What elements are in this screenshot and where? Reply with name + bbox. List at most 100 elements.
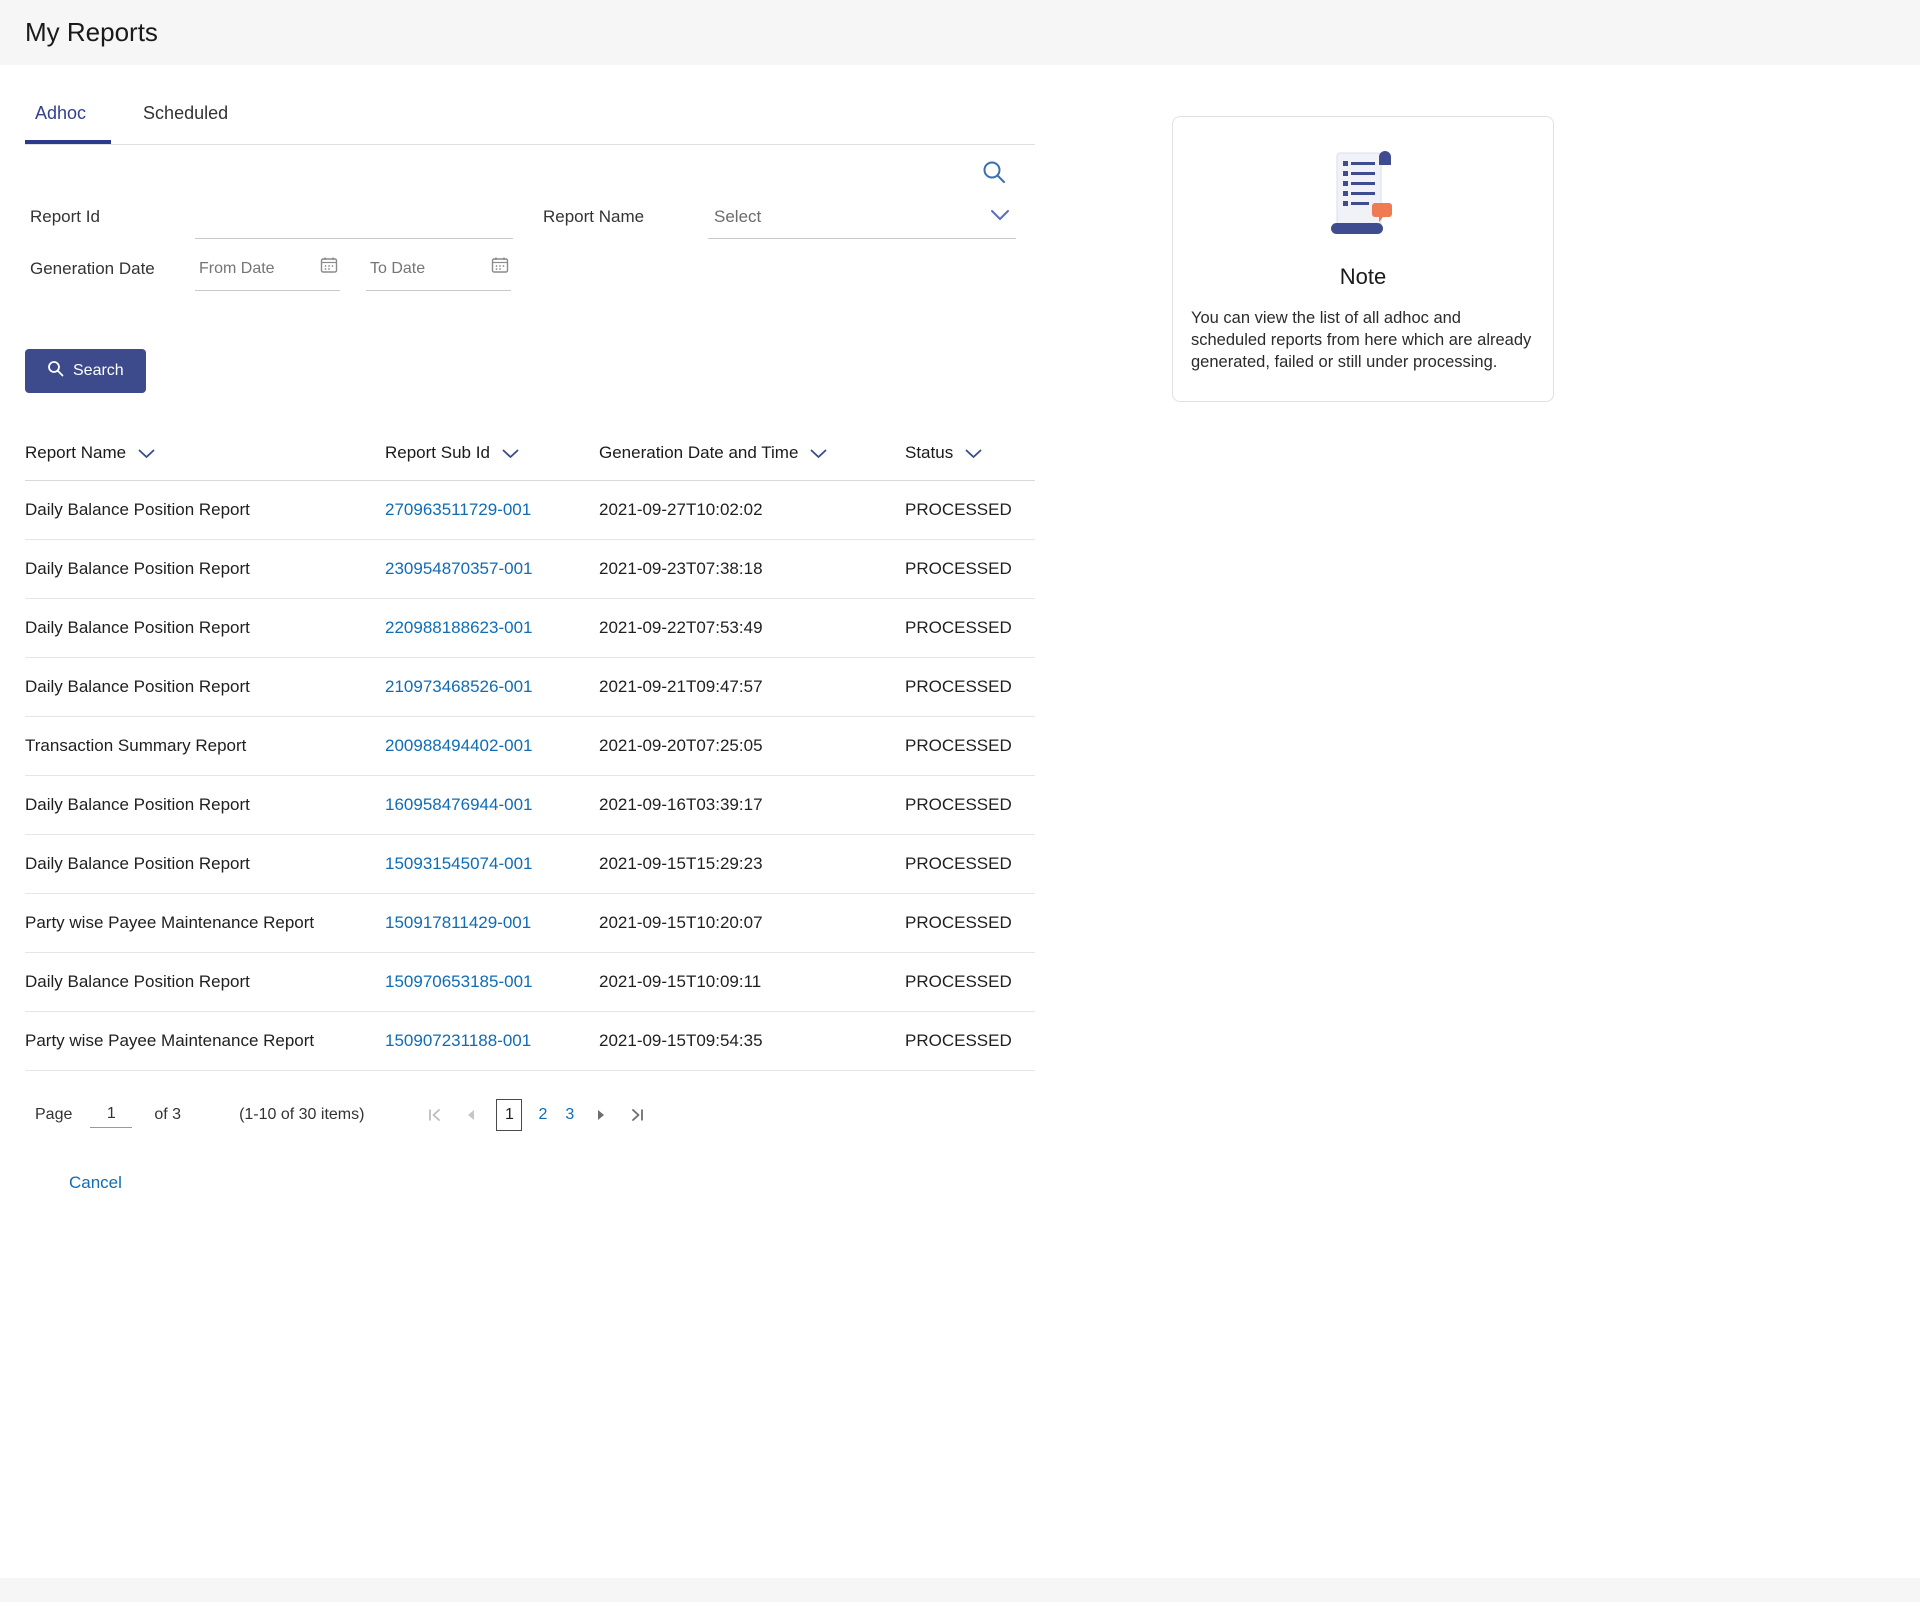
status-cell: PROCESSED [905, 834, 1035, 893]
calendar-icon[interactable] [491, 256, 509, 279]
table-row: Daily Balance Position Report 1509706531… [25, 952, 1035, 1011]
status-cell: PROCESSED [905, 1011, 1035, 1070]
previous-page-icon[interactable] [460, 1104, 482, 1126]
table-row: Daily Balance Position Report 2209881886… [25, 598, 1035, 657]
table-row: Daily Balance Position Report 2109734685… [25, 657, 1035, 716]
report-name-cell: Party wise Payee Maintenance Report [25, 1011, 385, 1070]
report-name-select[interactable]: Select [708, 195, 1016, 239]
generation-datetime-cell: 2021-09-15T10:09:11 [599, 952, 905, 1011]
report-sub-id-link[interactable]: 150917811429-001 [385, 913, 531, 932]
search-icon [47, 360, 64, 382]
status-cell: PROCESSED [905, 539, 1035, 598]
table-row: Party wise Payee Maintenance Report 1509… [25, 893, 1035, 952]
items-range-label: (1-10 of 30 items) [239, 1106, 364, 1124]
note-card: Note You can view the list of all adhoc … [1172, 116, 1554, 402]
report-name-cell: Daily Balance Position Report [25, 952, 385, 1011]
cancel-link[interactable]: Cancel [69, 1173, 122, 1193]
filter-panel: Report Id Report Name Select Generation … [25, 145, 1035, 393]
to-date-input[interactable] [366, 247, 511, 291]
page-body: Adhoc Scheduled Report Id Report Name Se… [0, 95, 1920, 1193]
status-cell: PROCESSED [905, 952, 1035, 1011]
tab-bar: Adhoc Scheduled [25, 95, 1035, 145]
pagination-bar: Page of 3 (1-10 of 30 items) 1 2 [25, 1099, 1035, 1131]
note-title: Note [1191, 264, 1535, 290]
from-date-field [195, 247, 340, 291]
last-page-icon[interactable] [626, 1104, 648, 1126]
generation-datetime-cell: 2021-09-15T15:29:23 [599, 834, 905, 893]
table-header-row: Report Name Report Sub Id Generation Dat… [25, 429, 1035, 480]
generation-datetime-cell: 2021-09-15T09:54:35 [599, 1011, 905, 1070]
generation-datetime-cell: 2021-09-22T07:53:49 [599, 598, 905, 657]
status-cell: PROCESSED [905, 893, 1035, 952]
page-of-label: of 3 [154, 1106, 181, 1124]
sort-chevron-icon[interactable] [965, 444, 982, 463]
report-name-cell: Daily Balance Position Report [25, 834, 385, 893]
report-name-cell: Daily Balance Position Report [25, 657, 385, 716]
pager-controls: 1 2 3 [424, 1099, 648, 1131]
table-row: Daily Balance Position Report 1609584769… [25, 775, 1035, 834]
filter-row-2: Generation Date [25, 247, 1035, 291]
report-name-label: Report Name [538, 207, 708, 239]
table-row: Party wise Payee Maintenance Report 1509… [25, 1011, 1035, 1070]
main-content: Adhoc Scheduled Report Id Report Name Se… [25, 95, 1035, 1193]
report-sub-id-link[interactable]: 200988494402-001 [385, 736, 532, 755]
first-page-icon[interactable] [424, 1104, 446, 1126]
report-sub-id-link[interactable]: 150907231188-001 [385, 1031, 531, 1050]
column-header-status: Status [905, 429, 1035, 480]
status-cell: PROCESSED [905, 480, 1035, 539]
calendar-icon[interactable] [320, 256, 338, 279]
table-row: Daily Balance Position Report 1509315450… [25, 834, 1035, 893]
sort-chevron-icon[interactable] [138, 444, 155, 463]
reports-table: Report Name Report Sub Id Generation Dat… [25, 429, 1035, 1071]
column-header-report-sub-id: Report Sub Id [385, 429, 599, 480]
report-name-cell: Daily Balance Position Report [25, 539, 385, 598]
tab-adhoc[interactable]: Adhoc [25, 95, 111, 144]
generation-datetime-cell: 2021-09-16T03:39:17 [599, 775, 905, 834]
report-name-cell: Daily Balance Position Report [25, 775, 385, 834]
page-title: My Reports [25, 17, 158, 48]
status-cell: PROCESSED [905, 775, 1035, 834]
status-cell: PROCESSED [905, 598, 1035, 657]
tab-scheduled[interactable]: Scheduled [133, 95, 253, 144]
generation-date-label: Generation Date [25, 259, 195, 291]
report-name-cell: Daily Balance Position Report [25, 480, 385, 539]
sort-chevron-icon[interactable] [810, 444, 827, 463]
report-sub-id-link[interactable]: 220988188623-001 [385, 618, 532, 637]
note-body-text: You can view the list of all adhoc and s… [1191, 308, 1535, 373]
report-sub-id-link[interactable]: 160958476944-001 [385, 795, 532, 814]
generation-datetime-cell: 2021-09-27T10:02:02 [599, 480, 905, 539]
current-page-indicator[interactable]: 1 [496, 1099, 522, 1131]
search-toggle-icon[interactable] [981, 159, 1007, 185]
page-header: My Reports [0, 0, 1920, 65]
report-sub-id-link[interactable]: 210973468526-001 [385, 677, 532, 696]
generation-datetime-cell: 2021-09-20T07:25:05 [599, 716, 905, 775]
sort-chevron-icon[interactable] [502, 444, 519, 463]
report-name-selected-value: Select [714, 207, 761, 227]
page-3-link[interactable]: 3 [563, 1106, 576, 1124]
generation-datetime-cell: 2021-09-21T09:47:57 [599, 657, 905, 716]
page-number-input[interactable] [90, 1101, 132, 1128]
generation-datetime-cell: 2021-09-15T10:20:07 [599, 893, 905, 952]
generation-datetime-cell: 2021-09-23T07:38:18 [599, 539, 905, 598]
report-name-cell: Daily Balance Position Report [25, 598, 385, 657]
report-name-cell: Transaction Summary Report [25, 716, 385, 775]
from-date-input[interactable] [195, 247, 340, 291]
page-label: Page [35, 1106, 72, 1124]
report-sub-id-link[interactable]: 270963511729-001 [385, 500, 531, 519]
report-sub-id-link[interactable]: 230954870357-001 [385, 559, 532, 578]
table-row: Daily Balance Position Report 2709635117… [25, 480, 1035, 539]
page-2-link[interactable]: 2 [536, 1106, 549, 1124]
report-id-input[interactable] [195, 195, 513, 239]
chevron-down-icon [990, 208, 1010, 226]
search-button-label: Search [73, 362, 124, 380]
report-id-label: Report Id [25, 207, 195, 239]
note-illustration-icon [1191, 147, 1535, 248]
search-button[interactable]: Search [25, 349, 146, 393]
report-sub-id-link[interactable]: 150931545074-001 [385, 854, 532, 873]
report-name-cell: Party wise Payee Maintenance Report [25, 893, 385, 952]
column-header-report-name: Report Name [25, 429, 385, 480]
next-page-icon[interactable] [590, 1104, 612, 1126]
table-row: Transaction Summary Report 200988494402-… [25, 716, 1035, 775]
report-sub-id-link[interactable]: 150970653185-001 [385, 972, 532, 991]
to-date-field [366, 247, 511, 291]
